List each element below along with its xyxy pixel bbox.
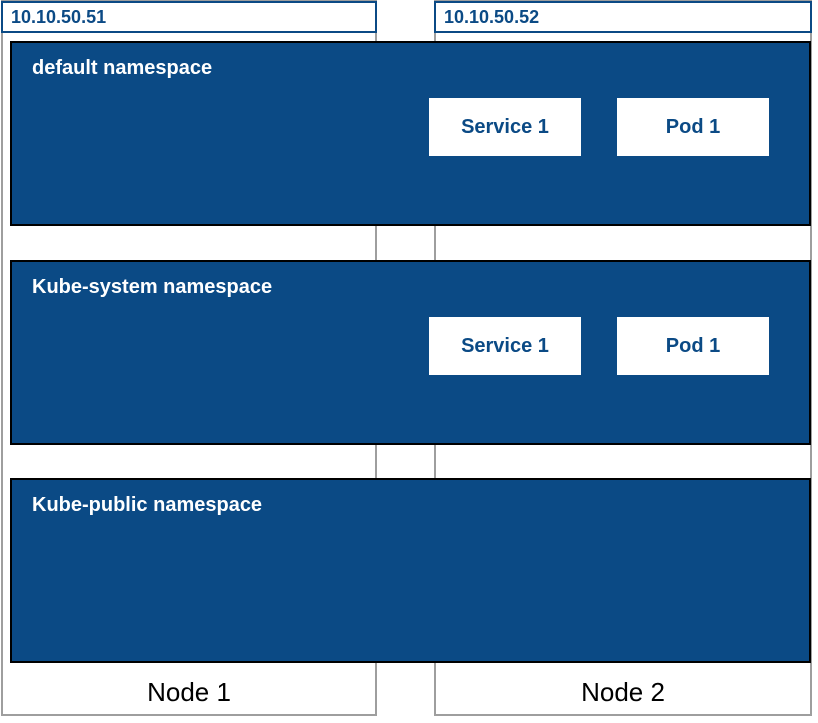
node-label-text: Node 2 bbox=[581, 677, 665, 708]
service-box: Service 1 bbox=[429, 98, 581, 156]
diagram-container: 10.10.50.51 10.10.50.52 default namespac… bbox=[0, 0, 818, 723]
service-label: Service 1 bbox=[461, 116, 549, 139]
namespace-title: Kube-system namespace bbox=[32, 276, 789, 299]
ip-text: 10.10.50.51 bbox=[11, 7, 106, 28]
namespace-title: default namespace bbox=[32, 57, 789, 80]
ip-address-node-2: 10.10.50.52 bbox=[434, 1, 812, 33]
pod-label: Pod 1 bbox=[666, 335, 720, 358]
ip-address-node-1: 10.10.50.51 bbox=[1, 1, 377, 33]
node-label-text: Node 1 bbox=[147, 677, 231, 708]
namespace-default: default namespace Service 1 Pod 1 bbox=[10, 41, 811, 226]
pod-box: Pod 1 bbox=[617, 317, 769, 375]
pod-box: Pod 1 bbox=[617, 98, 769, 156]
service-box: Service 1 bbox=[429, 317, 581, 375]
namespace-title: Kube-public namespace bbox=[32, 494, 789, 517]
node-label-1: Node 1 bbox=[1, 668, 377, 716]
pod-label: Pod 1 bbox=[666, 116, 720, 139]
ip-text: 10.10.50.52 bbox=[444, 7, 539, 28]
namespace-kube-system: Kube-system namespace Service 1 Pod 1 bbox=[10, 260, 811, 445]
node-label-2: Node 2 bbox=[434, 668, 812, 716]
namespace-kube-public: Kube-public namespace bbox=[10, 478, 811, 663]
service-label: Service 1 bbox=[461, 335, 549, 358]
